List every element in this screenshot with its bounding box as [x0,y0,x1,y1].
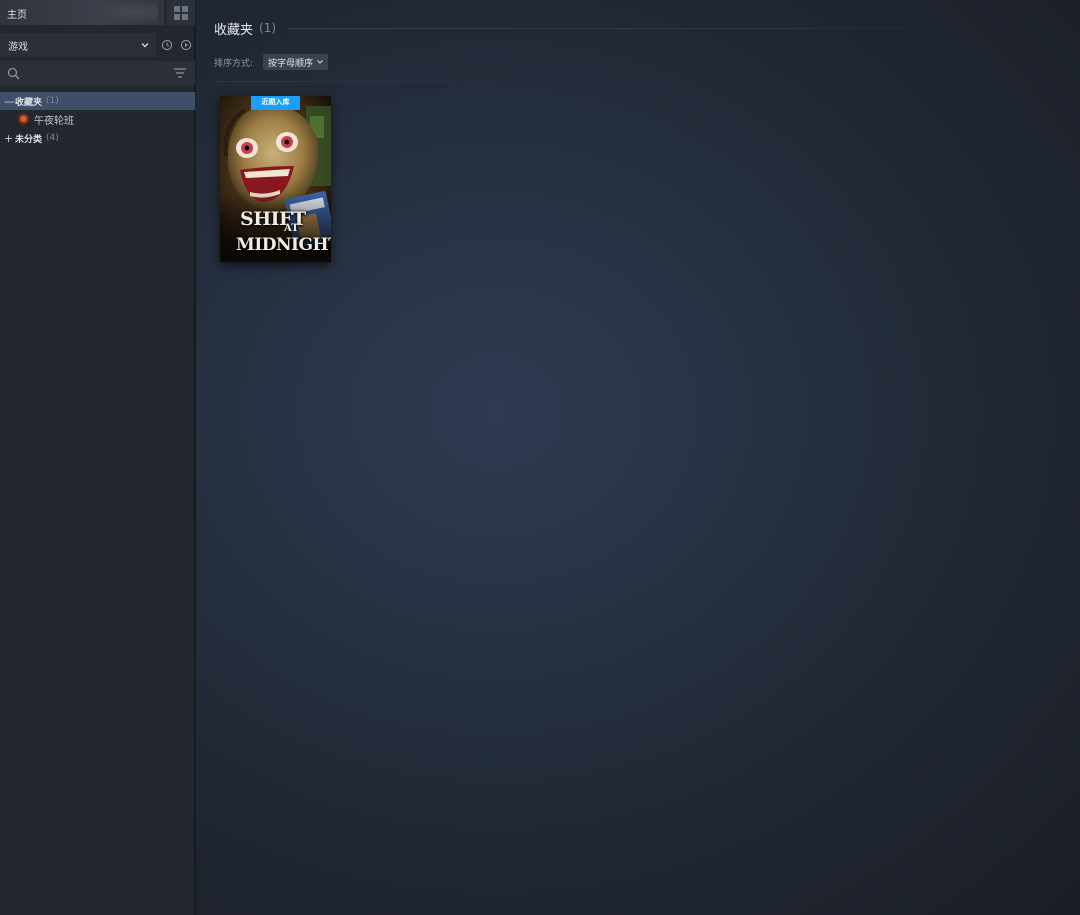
chevron-down-icon [141,43,149,48]
filter-lines-icon [174,67,186,78]
category-label: 收藏夹 [15,97,43,108]
home-button[interactable]: 主页 [0,0,164,25]
library-filter-dropdown[interactable]: 游戏 [0,33,156,57]
collection-title: 收藏夹 [214,22,254,38]
collection-header: 收藏夹 (1) [214,20,974,38]
advanced-filter-button[interactable] [173,64,187,83]
home-decoration [88,1,158,23]
library-sidebar: 主页 游戏 — 收藏夹 (1) 午夜轮班 + 未分类 (4) [0,0,195,915]
cover-title-line2: MIDNIGHT [236,235,331,255]
play-filter-button[interactable] [177,37,194,54]
category-count: (4) [46,133,59,143]
sort-dropdown[interactable]: 按字母顺序 [263,54,329,70]
collection-count: (1) [259,21,277,35]
sort-value: 按字母顺序 [268,58,314,69]
search-input[interactable] [24,63,173,83]
tree-category-uncategorized[interactable]: + 未分类 (4) [0,129,195,147]
recently-added-badge: 近期入库 [251,96,300,110]
category-count: (1) [46,96,59,106]
tree-category-favorites[interactable]: — 收藏夹 (1) [0,92,195,110]
chevron-down-icon [317,60,323,64]
collapse-icon: — [4,94,15,108]
category-label: 未分类 [15,134,43,145]
sort-divider [214,81,684,82]
play-circle-icon [180,39,191,51]
grid-view-button[interactable] [167,0,195,25]
cover-title-at: AT [284,223,299,234]
game-thumbnail-icon [17,113,30,126]
clock-icon [161,39,172,51]
expand-icon: + [4,131,14,145]
home-row: 主页 [0,0,195,25]
library-tree: — 收藏夹 (1) 午夜轮班 + 未分类 (4) [0,92,195,147]
game-name: 午夜轮班 [34,116,74,127]
library-filter-value: 游戏 [8,41,28,53]
tree-game-item[interactable]: 午夜轮班 [0,110,195,129]
sort-row: 排序方式: 按字母顺序 [214,54,329,70]
filter-row: 游戏 [0,33,195,57]
library-main: 收藏夹 (1) 排序方式: 按字母顺序 近期入库 SHIFT AT MIDNIG… [196,0,1080,915]
header-divider [288,27,974,29]
recent-games-button[interactable] [158,37,175,54]
grid-view-icon [174,5,188,20]
game-card[interactable]: 近期入库 SHIFT AT MIDNIGHT [220,96,331,262]
search-bar [0,61,195,85]
search-icon [7,67,20,79]
sort-label: 排序方式: [214,58,254,69]
home-label: 主页 [7,10,27,21]
